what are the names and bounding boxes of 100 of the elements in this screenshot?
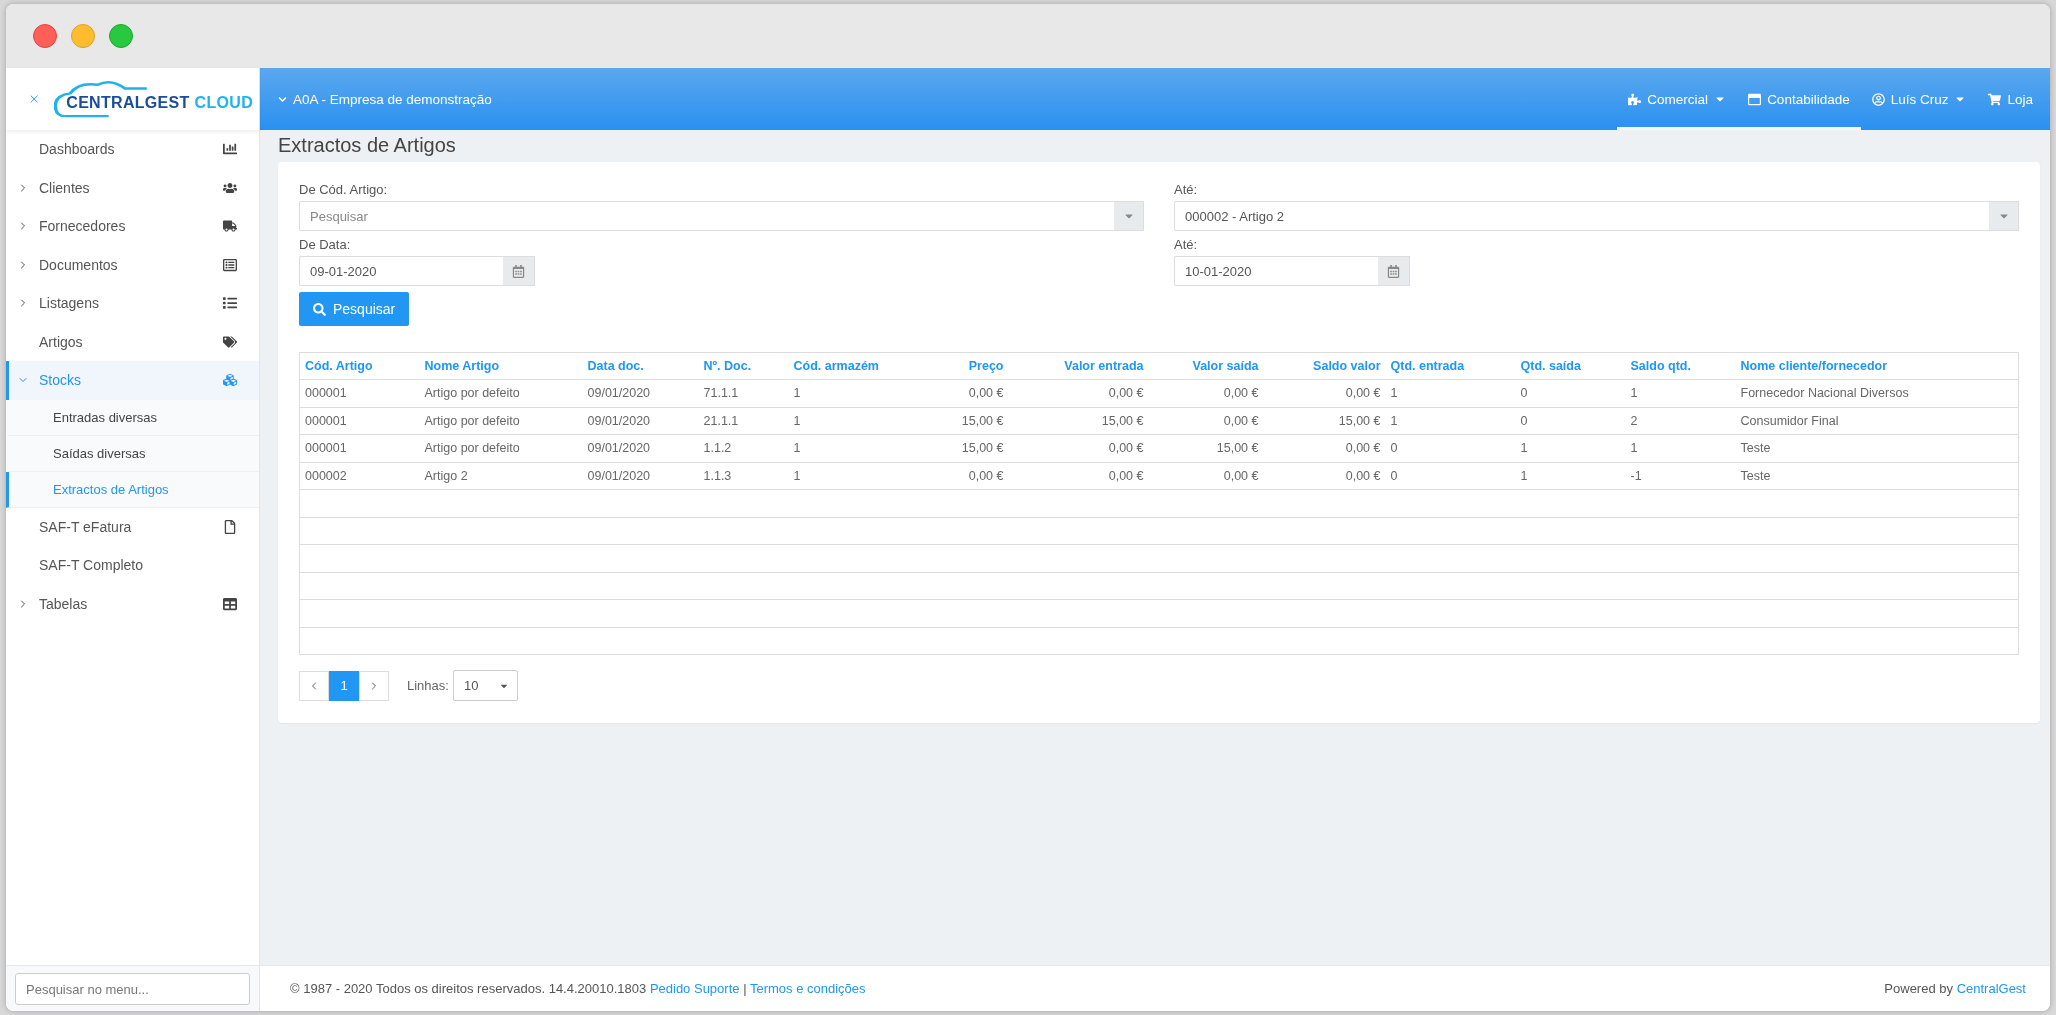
- column-header[interactable]: Preço: [918, 352, 1009, 380]
- submenu-item[interactable]: Extractos de Artigos: [6, 471, 259, 508]
- brand-link[interactable]: CentralGest: [1956, 981, 2026, 996]
- table-cell: 0,00 €: [1008, 434, 1149, 462]
- table-cell: 0: [1515, 379, 1626, 407]
- column-header[interactable]: Cód. armazém: [788, 352, 919, 380]
- table-cell: 0,00 €: [1148, 407, 1264, 435]
- rows-select[interactable]: 10: [452, 670, 518, 701]
- column-header[interactable]: Saldo valor: [1263, 352, 1386, 380]
- table-icon: [223, 596, 237, 611]
- table-cell: 09/01/2020: [582, 407, 699, 435]
- table-cell: 09/01/2020: [582, 434, 699, 462]
- column-header[interactable]: Valor saída: [1148, 352, 1264, 380]
- list-card-icon: [223, 257, 237, 272]
- table-cell: 0,00 €: [1148, 379, 1264, 407]
- table-cell: 1.1.2: [698, 434, 789, 462]
- support-link[interactable]: Pedido Suporte: [649, 981, 740, 996]
- table-cell: 1: [1625, 379, 1736, 407]
- puzzle-icon: [1628, 92, 1642, 106]
- table-cell: 000001: [299, 379, 420, 407]
- table-cell: 09/01/2020: [582, 462, 699, 490]
- nav-item[interactable]: Contabilidade: [1737, 68, 1861, 130]
- tags-icon: [223, 334, 237, 349]
- table-cell: 1: [1385, 407, 1516, 435]
- chevron-down-icon: [278, 94, 287, 104]
- cubes-icon: [223, 373, 237, 388]
- file-icon: [223, 519, 237, 534]
- company-selector[interactable]: A0A - Empresa de demonstração: [278, 68, 1618, 130]
- column-header[interactable]: Qtd. saída: [1515, 352, 1626, 380]
- table-cell: 2: [1625, 407, 1736, 435]
- table-cell: 000001: [299, 434, 420, 462]
- table-cell: 1: [788, 434, 919, 462]
- truck-icon: [223, 219, 237, 234]
- table-cell: 1: [1625, 434, 1736, 462]
- table-cell: 0,00 €: [918, 379, 1009, 407]
- table-cell: Artigo por defeito: [419, 379, 583, 407]
- field-label: Até:: [1174, 182, 1199, 197]
- column-header[interactable]: Cód. Artigo: [299, 352, 420, 380]
- field-label: De Data:: [299, 237, 352, 252]
- list-icon: [223, 296, 237, 311]
- table-cell: Consumidor Final: [1735, 407, 2019, 435]
- table-cell: 15,00 €: [918, 407, 1009, 435]
- minimize-window-icon[interactable]: [71, 24, 95, 48]
- close-window-icon[interactable]: [33, 24, 57, 48]
- table-cell: Teste: [1735, 462, 2019, 490]
- column-header[interactable]: Saldo qtd.: [1625, 352, 1736, 380]
- table-cell: Artigo 2: [419, 462, 583, 490]
- zoom-window-icon[interactable]: [109, 24, 133, 48]
- table-cell: 0: [1515, 407, 1626, 435]
- table-cell: Fornecedor Nacional Diversos: [1735, 379, 2019, 407]
- table-cell: 1: [1515, 462, 1626, 490]
- table-cell: 0,00 €: [1263, 379, 1386, 407]
- window-icon: [1748, 92, 1762, 106]
- table-cell: 0,00 €: [918, 462, 1009, 490]
- sidebar-item[interactable]: Stocks: [6, 361, 259, 400]
- table-cell: Artigo por defeito: [419, 407, 583, 435]
- nav-item[interactable]: Comercial: [1617, 68, 1738, 130]
- column-header[interactable]: Nº. Doc.: [698, 352, 789, 380]
- search-button[interactable]: Pesquisar: [299, 292, 410, 326]
- nav-item[interactable]: Loja: [1977, 68, 2044, 130]
- bar-chart-icon: [223, 142, 237, 157]
- table-cell: 1.1.3: [698, 462, 789, 490]
- column-header[interactable]: Valor entrada: [1008, 352, 1149, 380]
- table-cell: 0,00 €: [1148, 462, 1264, 490]
- table-cell: 0,00 €: [1008, 462, 1149, 490]
- table-cell: 0,00 €: [1263, 434, 1386, 462]
- column-header[interactable]: Data doc.: [582, 352, 699, 380]
- field-label: De Cód. Artigo:: [299, 182, 389, 197]
- table-cell: 15,00 €: [1148, 434, 1264, 462]
- column-header[interactable]: Nome Artigo: [419, 352, 583, 380]
- table-cell: 0,00 €: [1008, 379, 1149, 407]
- table-cell: 09/01/2020: [582, 379, 699, 407]
- column-header[interactable]: Qtd. entrada: [1385, 352, 1516, 380]
- table-cell: 0: [1385, 462, 1516, 490]
- field-label: Até:: [1174, 237, 1199, 252]
- column-header[interactable]: Nome cliente/fornecedor: [1735, 352, 2019, 380]
- submenu-item[interactable]: Saídas diversas: [6, 435, 259, 472]
- submenu-item[interactable]: Entradas diversas: [6, 399, 259, 436]
- rows-label: Linhas:: [407, 678, 449, 693]
- page-button[interactable]: 1: [329, 670, 359, 701]
- table-cell: 1: [788, 462, 919, 490]
- table-cell: Artigo por defeito: [419, 434, 583, 462]
- users-icon: [223, 180, 237, 195]
- table-cell: 15,00 €: [918, 434, 1009, 462]
- next-page-button[interactable]: [359, 670, 389, 701]
- nav-item[interactable]: Luís Cruz: [1860, 68, 1978, 130]
- menu-search-field[interactable]: Pesquisar no menu...: [15, 973, 250, 1005]
- table-cell: 0: [1385, 434, 1516, 462]
- table-cell: 1: [788, 379, 919, 407]
- table-cell: 71.1.1: [698, 379, 789, 407]
- table-cell: 21.1.1: [698, 407, 789, 435]
- cart-icon: [1988, 92, 2002, 106]
- table-cell: 000002: [299, 462, 420, 490]
- terms-link[interactable]: Termos e condições: [749, 981, 866, 996]
- page-title: Extractos de Artigos: [278, 133, 457, 158]
- table-cell: Teste: [1735, 434, 2019, 462]
- table-cell: -1: [1625, 462, 1736, 490]
- footer-text: © 1987 - 2020 Todos os direitos reservados. 14.4.20010.1803 Pedido Suporte | Termos e condições: [290, 981, 866, 996]
- previous-page-button[interactable]: [299, 670, 329, 701]
- table-cell: 1: [1515, 434, 1626, 462]
